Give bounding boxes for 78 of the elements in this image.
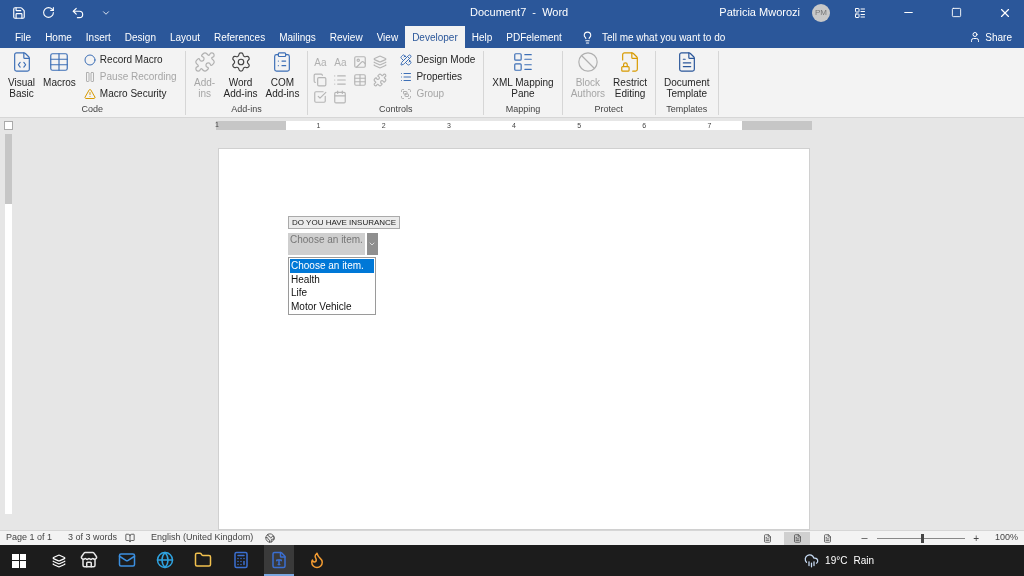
block-icon (576, 51, 599, 73)
ribbon-button[interactable]: Document Template (660, 51, 714, 99)
ribbon-options-icon[interactable] (854, 6, 866, 19)
person-icon (969, 31, 982, 43)
folder-icon (194, 550, 212, 569)
page-view-icon (822, 533, 832, 543)
properties-icon (400, 70, 413, 83)
ribbon-tab[interactable]: File (8, 26, 39, 48)
record-icon (83, 53, 96, 66)
rain-cloud-icon[interactable] (804, 553, 820, 568)
undo-icon[interactable] (71, 5, 85, 20)
view-button[interactable] (784, 531, 811, 545)
group-label: Code (81, 104, 104, 115)
ruler-pencil-icon (400, 53, 413, 66)
ribbon-button[interactable]: Design Mode (400, 51, 476, 68)
window-title: Document7 - Word (470, 5, 569, 21)
dropdown-option[interactable]: Choose an item. (290, 259, 374, 273)
ribbon-button[interactable]: Macros (39, 51, 80, 88)
dropdown-option[interactable]: Motor Vehicle (290, 299, 374, 313)
ribbon-tab[interactable]: Insert (78, 26, 118, 48)
task-view-icon[interactable] (52, 553, 66, 568)
dropdown-option[interactable]: Health (290, 272, 374, 286)
ribbon-tab[interactable]: Help (464, 26, 500, 48)
ribbon-tab[interactable]: Layout (162, 26, 207, 48)
globe-icon (156, 550, 174, 569)
calculator-icon (232, 550, 250, 569)
ribbon-button[interactable]: Restrict Editing (609, 51, 651, 99)
proofing-icon[interactable] (125, 533, 136, 543)
page-view-icon (792, 533, 802, 543)
ribbon-tab[interactable]: Mailings (272, 26, 323, 48)
weather-text[interactable]: Rain (853, 553, 874, 568)
zoom-thumb[interactable] (921, 533, 925, 543)
zoom-level[interactable]: 100% (994, 531, 1018, 545)
user-name: Patricia Mworozi (719, 5, 800, 21)
zoom-in-button[interactable]: + (973, 530, 979, 546)
word-count[interactable]: 3 of 3 words (68, 531, 118, 545)
ribbon-button[interactable]: Word Add-ins (219, 51, 262, 99)
group-label: Mapping (505, 104, 541, 115)
caret-icon (368, 240, 377, 248)
tell-me-field[interactable]: Tell me what you want to do (601, 29, 726, 45)
ribbon-button[interactable]: Visual Basic (4, 51, 40, 99)
restore-icon[interactable] (951, 7, 962, 18)
ribbon-tab[interactable]: Home (38, 26, 79, 48)
group-label: Protect (594, 104, 624, 115)
group-label: Templates (666, 104, 708, 115)
group-icon (400, 87, 413, 100)
save-icon[interactable] (12, 5, 26, 20)
ribbon-tab[interactable]: References (207, 26, 273, 48)
list-icon (511, 51, 534, 73)
mail-icon (118, 550, 136, 569)
content-control-title: DO YOU HAVE INSURANCE (288, 216, 401, 229)
group-label: Controls (379, 104, 413, 115)
ribbon-button[interactable]: COM Add-ins (261, 51, 304, 99)
ribbon-tab[interactable]: PDFelement (499, 26, 569, 48)
group-label: Add-ins (231, 104, 262, 115)
dropdown-option[interactable]: Life (290, 286, 374, 300)
start-icon[interactable] (12, 553, 26, 568)
redo-icon[interactable] (42, 6, 55, 19)
warning-icon (83, 87, 96, 100)
ribbon-button[interactable]: Record Macro (83, 51, 177, 68)
table-icon (48, 51, 71, 73)
page-count[interactable]: Page 1 of 1 (6, 531, 53, 545)
puzzle-icon (193, 51, 216, 73)
language[interactable]: English (United Kingdom) (151, 531, 254, 545)
page-view-icon (762, 533, 772, 543)
temperature[interactable]: 19°C (825, 553, 848, 568)
store-icon (80, 550, 98, 569)
ribbon-button[interactable]: XML Mapping Pane (488, 51, 558, 99)
ribbon-tab[interactable]: Design (117, 26, 163, 48)
pause-icon (83, 70, 96, 83)
ribbon-button[interactable]: Properties (400, 68, 476, 85)
ribbon-tab[interactable]: Review (322, 26, 370, 48)
ribbon-button[interactable]: Macro Security (83, 85, 177, 102)
ribbon-tab[interactable]: View (369, 26, 406, 48)
gears-icon (229, 51, 252, 73)
ribbon-tab[interactable]: Developer (405, 26, 465, 48)
flame-icon (308, 550, 326, 569)
share-button[interactable]: Share (969, 26, 1012, 48)
